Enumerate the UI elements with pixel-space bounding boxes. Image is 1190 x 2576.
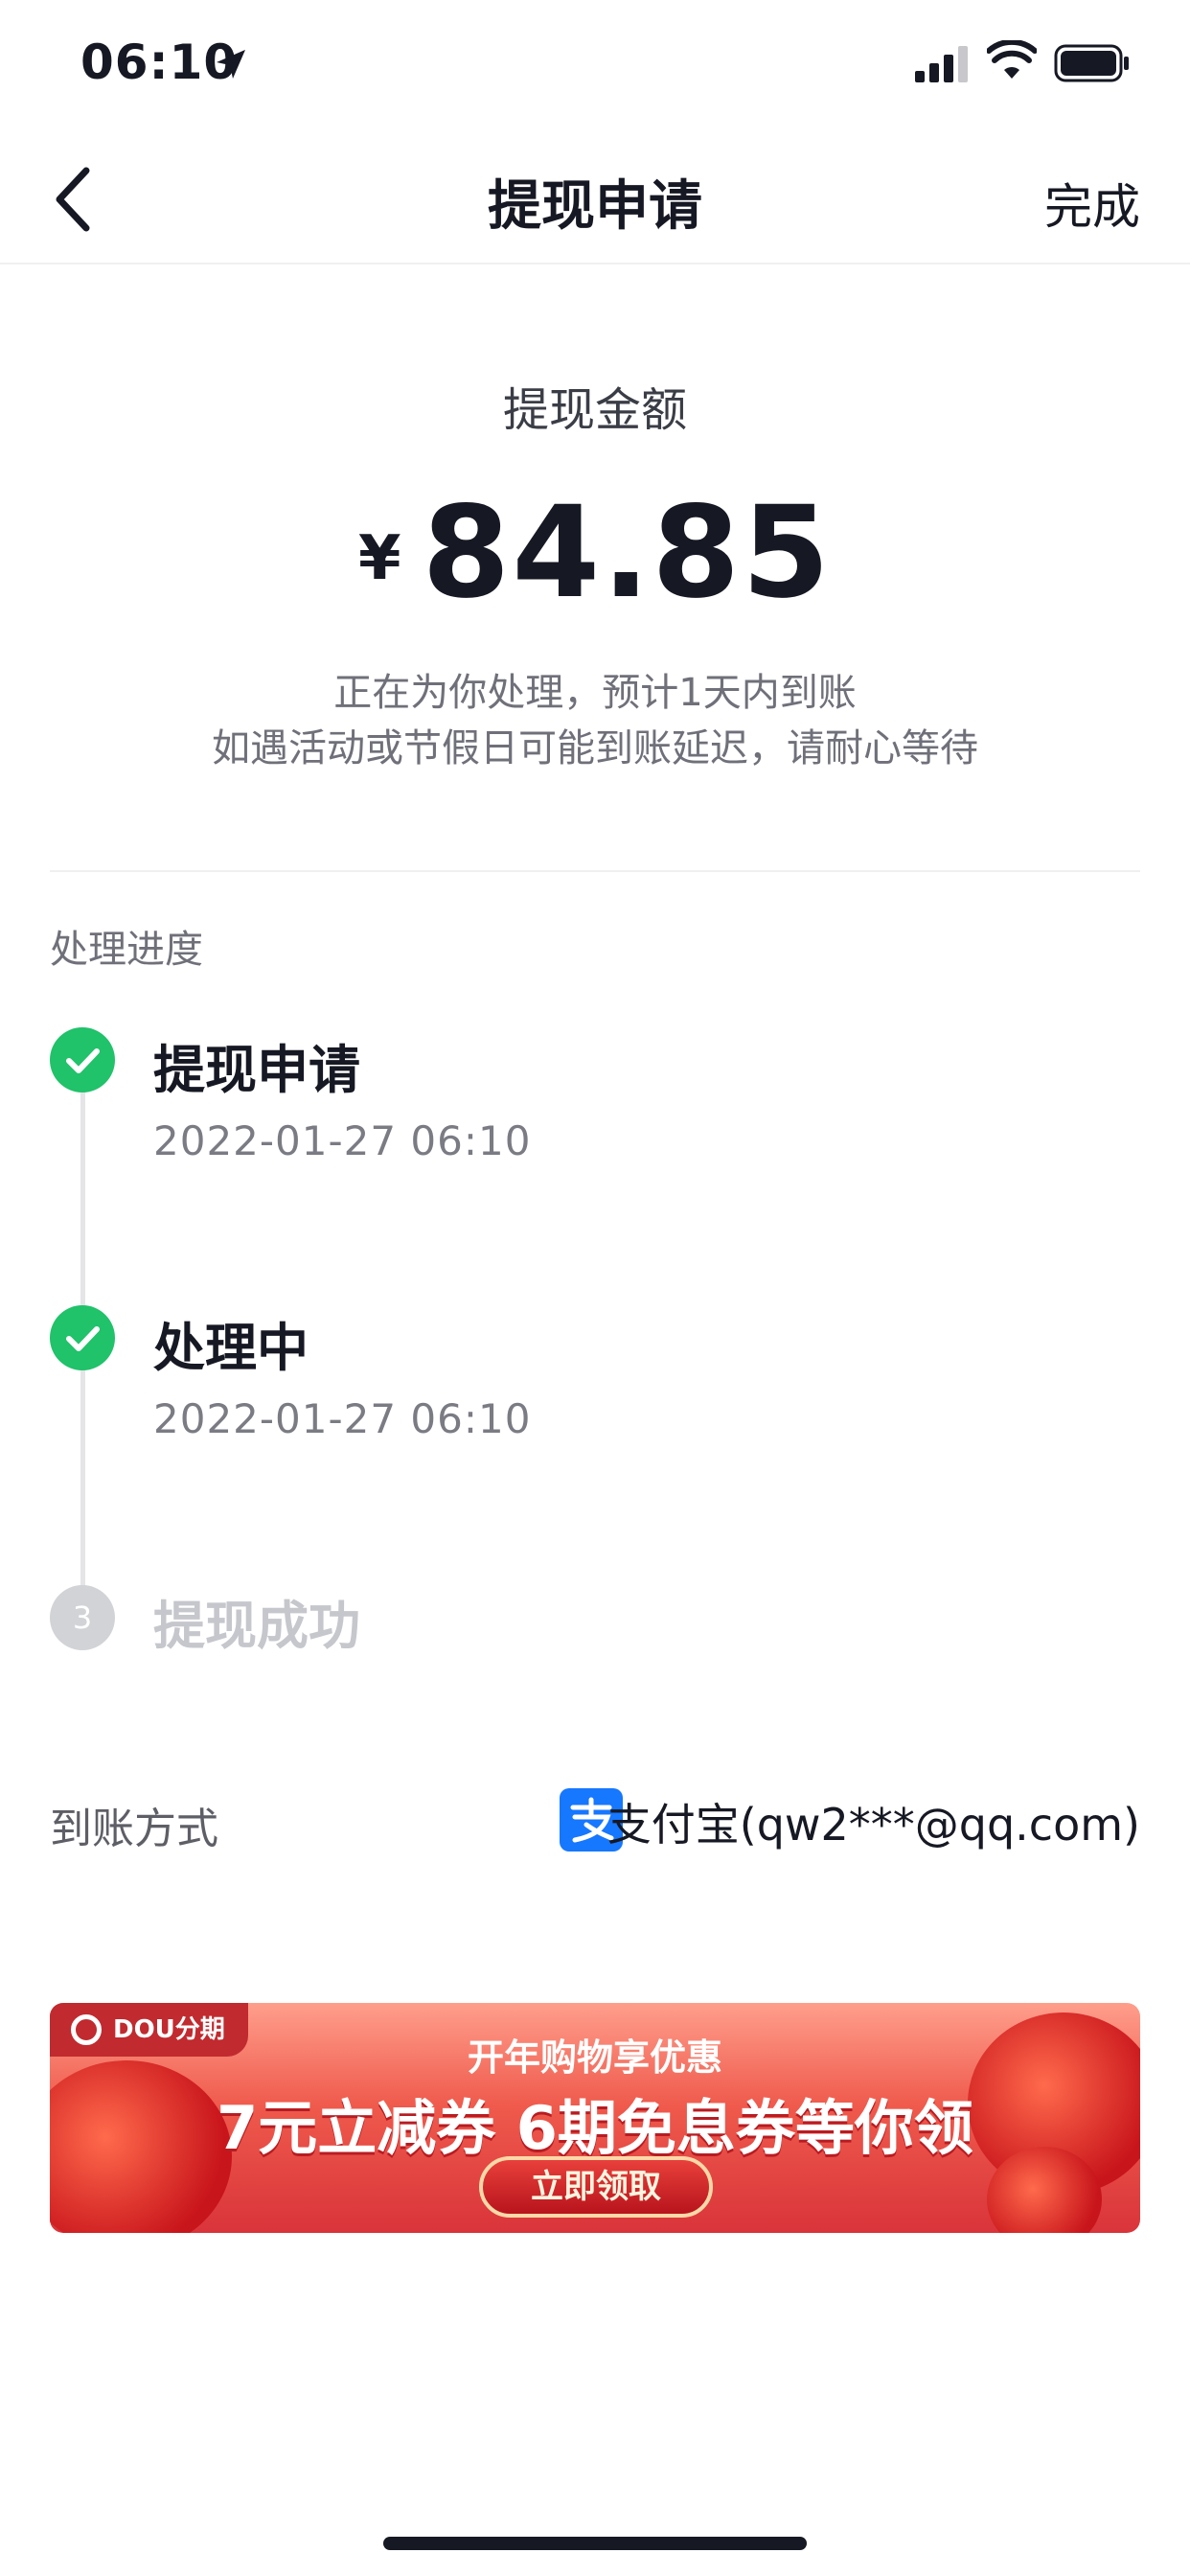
divider	[50, 870, 1140, 872]
signal-icon	[915, 46, 968, 82]
step-title: 处理中	[153, 1318, 309, 1378]
location-arrow-icon	[217, 50, 245, 79]
promo-banner[interactable]: DOU分期 开年购物享优惠 7元立减券 6期免息券等你领 立即领取	[50, 2003, 1140, 2233]
withdraw-amount: 84.85	[422, 479, 833, 627]
method-value: 支付宝(qw2***@qq.com)	[606, 1799, 1140, 1851]
amount-row: ¥84.85	[0, 479, 1190, 627]
check-circle-icon	[50, 1027, 115, 1092]
nav-bar: 提现申请 完成	[0, 134, 1190, 264]
method-label: 到账方式	[50, 1805, 218, 1853]
step-title: 提现申请	[153, 1040, 360, 1100]
banner-headline: 开年购物享优惠	[467, 2036, 722, 2079]
check-circle-icon	[50, 1305, 115, 1370]
wifi-icon	[987, 40, 1037, 79]
delay-note: 如遇活动或节假日可能到账延迟，请耐心等待	[212, 726, 978, 770]
home-indicator[interactable]	[383, 2537, 807, 2550]
step-time: 2022-01-27 06:10	[153, 1117, 532, 1164]
currency-symbol: ¥	[357, 523, 401, 594]
progress-title: 处理进度	[50, 928, 203, 972]
status-bar: 06:10	[0, 0, 1190, 134]
banner-main-text: 7元立减券 6期免息券等你领	[217, 2093, 973, 2163]
step-title: 提现成功	[153, 1596, 360, 1656]
amount-label: 提现金额	[502, 383, 687, 437]
done-button[interactable]: 完成	[1044, 169, 1140, 238]
processing-note: 正在为你处理，预计1天内到账	[333, 671, 857, 715]
step-time: 2022-01-27 06:10	[153, 1395, 532, 1442]
battery-icon	[1054, 44, 1129, 82]
page-title: 提现申请	[488, 175, 702, 238]
step-number-badge: 3	[50, 1585, 115, 1650]
claim-now-button[interactable]: 立即领取	[479, 2156, 713, 2218]
